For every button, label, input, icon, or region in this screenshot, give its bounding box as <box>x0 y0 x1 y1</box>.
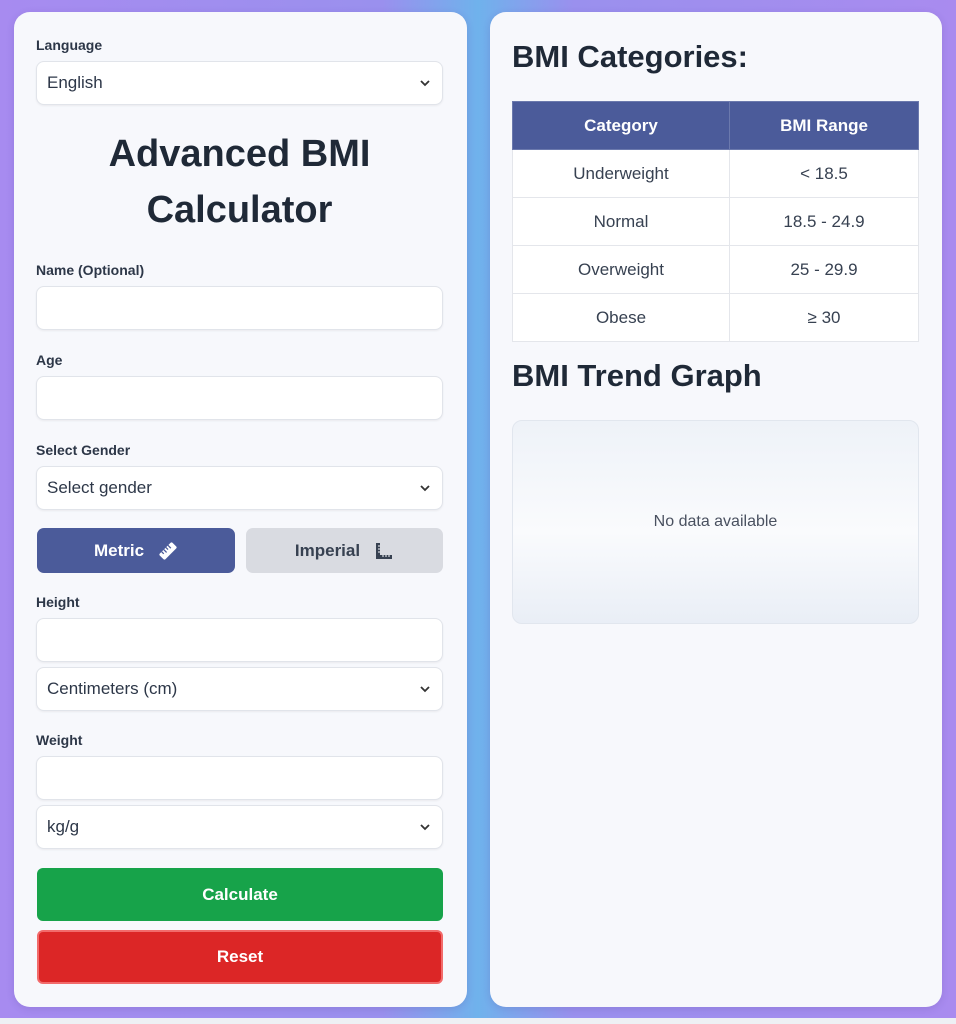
gender-label: Select Gender <box>36 442 131 458</box>
page-bottom-strip <box>0 1018 956 1024</box>
language-select[interactable]: English <box>36 61 443 105</box>
weight-unit-value: kg/g <box>47 817 80 836</box>
metric-label: Metric <box>93 540 145 560</box>
chevron-down-icon <box>420 80 430 87</box>
table-row: Overweight 25 - 29.9 <box>512 245 919 294</box>
calculate-button[interactable]: Calculate <box>37 868 443 921</box>
table-cell-category: Underweight <box>512 149 730 198</box>
table-cell-category: Obese <box>512 293 730 342</box>
ruler-icon <box>159 541 177 560</box>
chevron-down-icon <box>420 485 430 492</box>
ruler-triangle-icon <box>376 542 393 559</box>
weight-input[interactable] <box>36 756 443 800</box>
table-row: Underweight < 18.5 <box>512 149 919 198</box>
table-cell-range: 25 - 29.9 <box>729 245 919 294</box>
imperial-label: Imperial <box>294 540 361 560</box>
table-cell-range: ≥ 30 <box>729 293 919 342</box>
age-label: Age <box>36 352 63 368</box>
table-cell-category: Overweight <box>512 245 730 294</box>
age-input[interactable] <box>36 376 443 420</box>
language-value: English <box>47 73 103 92</box>
gender-select[interactable]: Select gender <box>36 466 443 510</box>
table-row: Obese ≥ 30 <box>512 293 919 342</box>
height-unit-value: Centimeters (cm) <box>47 679 178 698</box>
imperial-button[interactable]: Imperial <box>246 528 443 573</box>
name-label: Name (Optional) <box>36 262 145 278</box>
name-input[interactable] <box>36 286 443 330</box>
height-label: Height <box>36 594 80 610</box>
categories-heading: BMI Categories: <box>512 39 748 74</box>
language-label: Language <box>36 37 103 53</box>
height-unit-select[interactable]: Centimeters (cm) <box>36 667 443 711</box>
weight-unit-select[interactable]: kg/g <box>36 805 443 849</box>
chevron-down-icon <box>420 686 430 693</box>
gender-value: Select gender <box>47 478 152 497</box>
weight-label: Weight <box>36 732 83 748</box>
chevron-down-icon <box>420 824 430 831</box>
table-row: Normal 18.5 - 24.9 <box>512 197 919 246</box>
metric-button[interactable]: Metric <box>37 528 235 573</box>
graph-empty-text: No data available <box>653 513 778 530</box>
table-header-range: BMI Range <box>729 101 919 150</box>
table-header-row: Category BMI Range <box>512 101 919 150</box>
trend-heading: BMI Trend Graph <box>512 358 762 393</box>
table-cell-range: 18.5 - 24.9 <box>729 197 919 246</box>
height-input[interactable] <box>36 618 443 662</box>
bmi-trend-graph: No data available <box>512 420 919 624</box>
bmi-categories-table: Category BMI Range Underweight < 18.5 No… <box>512 101 919 342</box>
results-card: BMI Categories: Category BMI Range Under… <box>490 12 942 1007</box>
reset-button[interactable]: Reset <box>37 930 443 984</box>
table-header-category: Category <box>512 101 730 150</box>
table-cell-range: < 18.5 <box>729 149 919 198</box>
calculator-card: Language English Advanced BMI Calculator… <box>14 12 467 1007</box>
page-title: Advanced BMI Calculator <box>108 133 371 231</box>
table-cell-category: Normal <box>512 197 730 246</box>
